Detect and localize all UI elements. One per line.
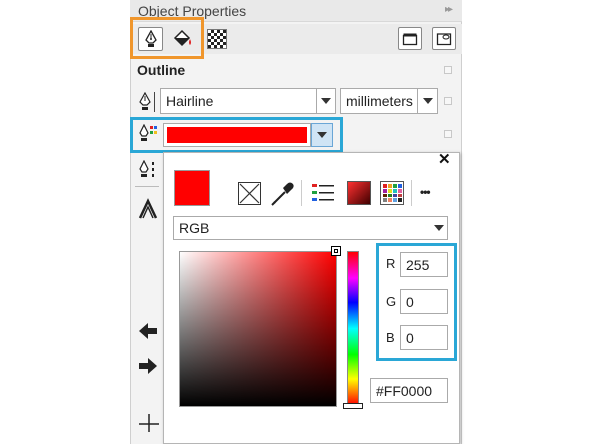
chevron-down-icon xyxy=(422,98,433,104)
frame-icon xyxy=(402,33,418,45)
position-icon[interactable] xyxy=(138,413,160,433)
color-model-dropdown[interactable] xyxy=(434,225,444,231)
chevron-down-icon xyxy=(434,225,444,231)
width-lock-checkbox[interactable] xyxy=(444,97,452,105)
hue-slider[interactable] xyxy=(347,251,359,406)
close-icon[interactable]: ✕ xyxy=(438,150,451,168)
width-divider xyxy=(154,92,155,112)
hex-value-input[interactable]: #FF0000 xyxy=(370,378,448,403)
panel-expand-icon[interactable]: ▸▸ xyxy=(445,4,453,15)
eyedropper-icon[interactable] xyxy=(271,180,295,206)
outline-section-title: Outline xyxy=(137,62,186,78)
transparency-tab-icon[interactable] xyxy=(207,29,227,49)
outline-width-dropdown[interactable] xyxy=(316,88,336,114)
color-model-field[interactable]: RGB xyxy=(173,216,448,240)
summary-options-button[interactable] xyxy=(432,27,456,50)
chevron-down-icon xyxy=(321,98,331,104)
b-label: B xyxy=(386,330,395,345)
more-options-icon[interactable]: ••• xyxy=(420,185,431,199)
color-square-handle[interactable] xyxy=(331,246,341,256)
color-viewer-button[interactable] xyxy=(347,181,371,205)
highlight-color-blue xyxy=(130,117,343,153)
outline-width-field[interactable]: Hairline xyxy=(160,88,318,114)
no-color-button[interactable] xyxy=(238,182,261,205)
arrow-right-icon[interactable] xyxy=(138,357,158,375)
line-style-icon[interactable] xyxy=(138,160,158,180)
hue-slider-handle[interactable] xyxy=(343,403,363,409)
frame-options-button[interactable] xyxy=(398,27,422,50)
units-field[interactable]: millimeters xyxy=(340,88,418,114)
g-label: G xyxy=(386,294,397,309)
corner-join-icon[interactable] xyxy=(138,198,158,220)
r-label: R xyxy=(386,256,396,271)
settings-frame-icon xyxy=(436,32,452,45)
toolbar-divider xyxy=(301,180,302,206)
color-lock-checkbox[interactable] xyxy=(444,130,452,138)
highlight-tabs-orange xyxy=(130,17,204,59)
color-sliders-icon[interactable] xyxy=(311,181,335,205)
toolbar-divider xyxy=(411,180,412,206)
b-value-input[interactable]: 0 xyxy=(400,325,448,350)
tool-divider xyxy=(135,186,159,187)
color-saturation-square[interactable] xyxy=(179,251,337,407)
current-color-swatch xyxy=(174,170,210,206)
palette-button[interactable] xyxy=(380,181,404,205)
units-dropdown[interactable] xyxy=(418,88,438,114)
outline-width-icon xyxy=(139,92,151,110)
section-lock-checkbox[interactable] xyxy=(444,66,452,74)
no-color-icon xyxy=(239,183,260,204)
r-value-input[interactable]: 255 xyxy=(400,252,448,277)
arrow-left-icon[interactable] xyxy=(138,322,158,340)
g-value-input[interactable]: 0 xyxy=(400,289,448,314)
